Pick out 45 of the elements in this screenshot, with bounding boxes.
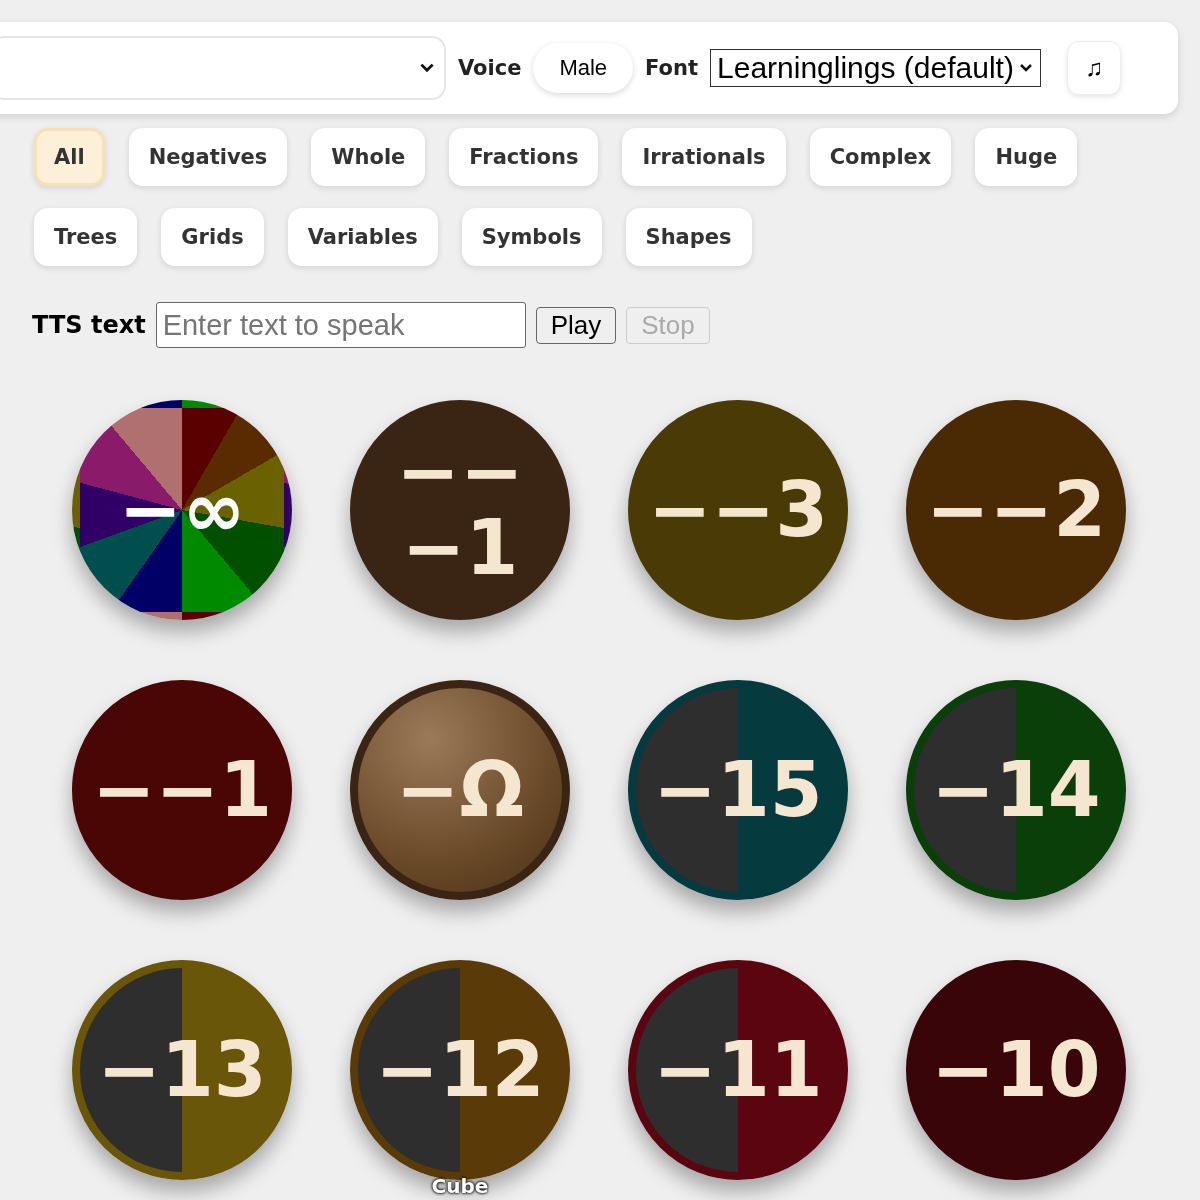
filter-chip[interactable]: Whole [311,128,426,186]
number-tile[interactable]: −Ω [350,680,570,900]
number-tile[interactable]: −15 [628,680,848,900]
number-tile[interactable]: −−2 [906,400,1126,620]
number-tile[interactable]: −−1 [72,680,292,900]
tile-number: −− [396,434,524,510]
tile-number: −−1 [91,752,273,828]
music-button[interactable]: ♫ [1066,41,1121,95]
tile-number: −15 [653,752,823,828]
number-tile[interactable]: −−3 [628,400,848,620]
tile-number: −−2 [925,472,1107,548]
tile-number: −Ω [395,752,525,828]
voice-label: Voice [458,56,522,80]
font-select[interactable]: Learninglings (default) [710,49,1041,87]
number-tile[interactable]: −− −1 [350,400,570,620]
tile-number: −∞ [118,472,246,548]
number-tile[interactable]: −10 [906,960,1126,1180]
filter-chip[interactable]: Symbols [461,208,602,266]
number-tile[interactable]: −14 [906,680,1126,900]
tts-label: TTS text [32,311,146,339]
tile-number: −12 [375,1032,545,1108]
tile-number: −13 [97,1032,267,1108]
filter-chip[interactable]: Grids [161,208,264,266]
tile-number: −10 [931,1032,1101,1108]
number-tile[interactable]: −∞ [72,400,292,620]
play-button[interactable]: Play [535,306,617,344]
number-tile[interactable]: −13 [72,960,292,1180]
filter-chip[interactable]: All [34,128,105,186]
filter-chip[interactable]: Negatives [128,128,288,186]
filter-chip[interactable]: Shapes [625,208,752,266]
tile-number: −−3 [647,472,829,548]
voice-button[interactable]: Male [533,43,634,93]
filter-chip[interactable]: Complex [809,128,952,186]
filter-chip[interactable]: Variables [287,208,438,266]
filter-chip[interactable]: Huge [975,128,1078,186]
number-tile[interactable]: −11 [628,960,848,1180]
filter-chip[interactable]: Trees [34,208,138,266]
dropdown-field[interactable] [0,36,446,100]
tile-number: −1 [401,510,519,586]
tts-input-field[interactable]: Enter text to speak [155,302,526,348]
filter-chip[interactable]: Irrationals [622,128,786,186]
tile-number: −11 [653,1032,823,1108]
filter-chip[interactable]: Fractions [449,128,599,186]
tile-number: −14 [931,752,1101,828]
font-label: Font [645,56,699,80]
